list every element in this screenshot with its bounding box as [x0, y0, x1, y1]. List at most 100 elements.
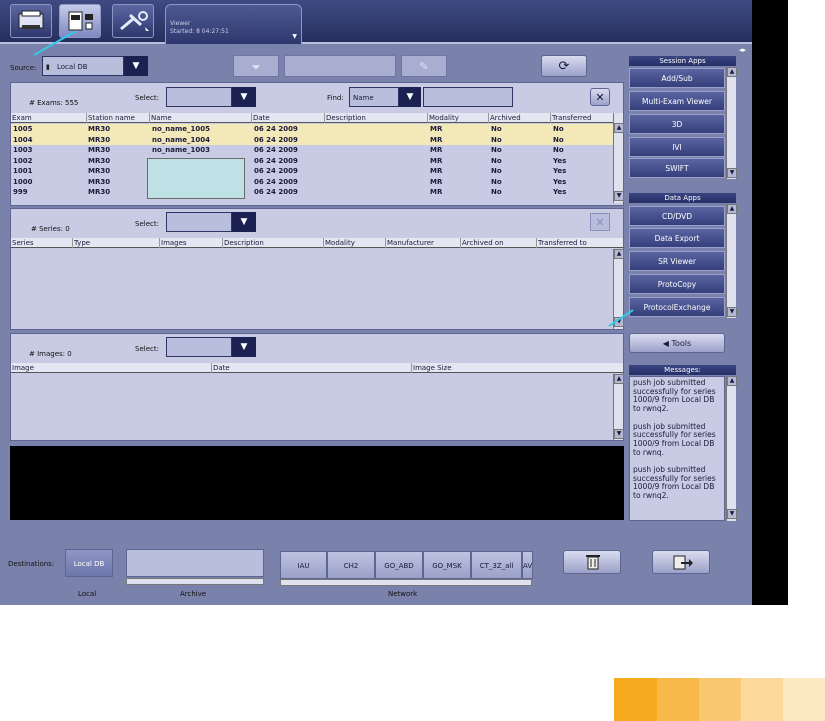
tools-button[interactable] [112, 4, 154, 38]
scroll-down-icon[interactable]: ▼ [614, 191, 624, 201]
clear-find-button[interactable]: ✕ [590, 88, 610, 106]
table-row[interactable]: 1001 MR30 06 24 2009 MR No Yes [11, 166, 613, 177]
preview-area [10, 446, 624, 520]
network-tab-av[interactable]: AV [522, 551, 533, 579]
app-add-sub[interactable]: Add/Sub [629, 68, 725, 88]
col-description[interactable]: Description [324, 113, 366, 123]
col-images[interactable]: Images [159, 238, 187, 248]
exams-panel: # Exams: 555 Select: ▼ Find: Name ▼ ✕ Ex… [10, 82, 624, 206]
app-multi-exam-viewer[interactable]: Multi-Exam Viewer [629, 91, 725, 111]
series-panel: # Series: 0 Select: ▼ ✕ Series Type Imag… [10, 208, 624, 330]
app-3d[interactable]: 3D [629, 114, 725, 134]
table-row[interactable]: 1003 MR30 no_name_1003 06 24 2009 MR No No [11, 145, 613, 156]
export-button[interactable] [652, 550, 710, 574]
col-transferred[interactable]: Transferred [550, 113, 592, 123]
col-station[interactable]: Station name [86, 113, 135, 123]
col-exam[interactable]: Exam [11, 113, 32, 123]
filter-field[interactable] [284, 55, 396, 77]
viewer-tab[interactable]: Viewer Started: 8 04:27:51 ▼ [165, 4, 302, 44]
scroll-up-icon[interactable]: ▲ [614, 123, 624, 133]
table-row[interactable]: 1004 MR30 no_name_1004 06 24 2009 MR No No [11, 134, 613, 145]
col-name[interactable]: Name [149, 113, 172, 123]
find-field-dropdown[interactable]: ▼ [399, 87, 421, 107]
messages-title: Messages: [629, 365, 736, 375]
find-field-select[interactable]: Name [349, 87, 399, 107]
tools-toggle-button[interactable]: ◀ Tools [629, 333, 725, 353]
archive-scrollbar[interactable] [126, 578, 264, 585]
col-transferred-to[interactable]: Transferred to [536, 238, 587, 248]
refresh-icon: ⟳ [558, 59, 570, 74]
series-select[interactable] [166, 212, 232, 232]
images-panel: # Images: 0 Select: ▼ Image Date Image S… [10, 333, 624, 441]
network-tab-iau[interactable]: IAU [280, 551, 327, 579]
filter-button[interactable]: ⏷ [233, 55, 279, 77]
table-row[interactable]: 1002 MR30 06 24 2009 MR No Yes [11, 156, 613, 167]
col-archived-on[interactable]: Archived on [460, 238, 504, 248]
close-icon: ✕ [595, 216, 605, 229]
data-apps-scrollbar[interactable]: ▲ ▼ [726, 204, 737, 318]
eraser-button[interactable]: ✎ [401, 55, 447, 77]
scroll-up-icon[interactable]: ▲ [614, 249, 624, 259]
app-data-export[interactable]: Data Export [629, 228, 725, 248]
col-modality[interactable]: Modality [427, 113, 459, 123]
col-date[interactable]: Date [251, 113, 270, 123]
app-protocopy[interactable]: ProtoCopy [629, 274, 725, 294]
table-row[interactable]: 999 MR30 06 24 2009 MR No Yes [11, 187, 613, 198]
source-select[interactable]: Local DB ▮ [42, 56, 124, 76]
delete-button[interactable] [563, 550, 621, 574]
app-protocol-exchange[interactable]: ProtocolExchange [629, 297, 725, 317]
col-description[interactable]: Description [222, 238, 264, 248]
images-scrollbar[interactable]: ▲ ▼ [613, 374, 624, 440]
find-field-value: Name [353, 94, 374, 102]
col-manufacturer[interactable]: Manufacturer [385, 238, 434, 248]
scroll-down-icon[interactable]: ▼ [727, 307, 737, 317]
col-modality[interactable]: Modality [323, 238, 355, 248]
table-row[interactable]: 1000 MR30 06 24 2009 MR No Yes [11, 177, 613, 188]
chevron-down-icon: ▼ [240, 217, 248, 227]
exam-select[interactable] [166, 87, 232, 107]
messages-scrollbar[interactable]: ▲ ▼ [726, 376, 737, 521]
col-type[interactable]: Type [72, 238, 90, 248]
eraser-icon: ✎ [419, 60, 429, 73]
scroll-up-icon[interactable]: ▲ [614, 374, 624, 384]
network-caption: Network [388, 590, 418, 598]
col-image-size[interactable]: Image Size [411, 363, 452, 373]
scroll-down-icon[interactable]: ▼ [614, 429, 624, 439]
scroll-down-icon[interactable]: ▼ [727, 168, 737, 178]
app-cd-dvd[interactable]: CD/DVD [629, 206, 725, 226]
scroll-up-icon[interactable]: ▲ [727, 376, 737, 386]
scroll-up-icon[interactable]: ▲ [727, 67, 737, 77]
col-date[interactable]: Date [211, 363, 230, 373]
archive-list[interactable] [126, 549, 264, 577]
app-swift[interactable]: SWIFT [629, 158, 725, 178]
local-db-button[interactable]: Local DB [65, 549, 113, 577]
session-apps-scrollbar[interactable]: ▲ ▼ [726, 67, 737, 179]
col-archived[interactable]: Archived [488, 113, 521, 123]
exam-select-dropdown[interactable]: ▼ [232, 87, 256, 107]
series-select-dropdown[interactable]: ▼ [232, 212, 256, 232]
scroll-up-icon[interactable]: ▲ [727, 204, 737, 214]
source-dropdown-button[interactable]: ▼ [124, 56, 148, 76]
table-row[interactable]: 1005 MR30 no_name_1005 06 24 2009 MR No No [11, 124, 613, 135]
exam-scrollbar[interactable]: ▲ ▼ [613, 113, 624, 203]
network-tab-ct-3z-all[interactable]: CT_3Z_all [471, 551, 522, 579]
palette-swatch-5 [783, 678, 825, 721]
images-select[interactable] [166, 337, 232, 357]
col-image[interactable]: Image [11, 363, 34, 373]
clear-series-button[interactable]: ✕ [590, 213, 610, 231]
col-series[interactable]: Series [11, 238, 34, 248]
panel-resize-icon[interactable]: ◂▸ [739, 46, 747, 58]
network-tab-go-msk[interactable]: GO_MSK [423, 551, 471, 579]
app-ivi[interactable]: IVI [629, 137, 725, 157]
network-tab-ch2[interactable]: CH2 [327, 551, 375, 579]
find-input[interactable] [423, 87, 513, 107]
scroll-down-icon[interactable]: ▼ [727, 509, 737, 519]
data-apps-title: Data Apps [629, 193, 736, 203]
images-select-dropdown[interactable]: ▼ [232, 337, 256, 357]
chevron-down-icon: ▼ [406, 92, 414, 102]
network-scrollbar[interactable] [280, 579, 532, 586]
refresh-button[interactable]: ⟳ [541, 55, 587, 77]
app-sr-viewer[interactable]: SR Viewer [629, 251, 725, 271]
series-select-label: Select: [135, 220, 159, 228]
network-tab-go-abd[interactable]: GO_ABD [375, 551, 423, 579]
